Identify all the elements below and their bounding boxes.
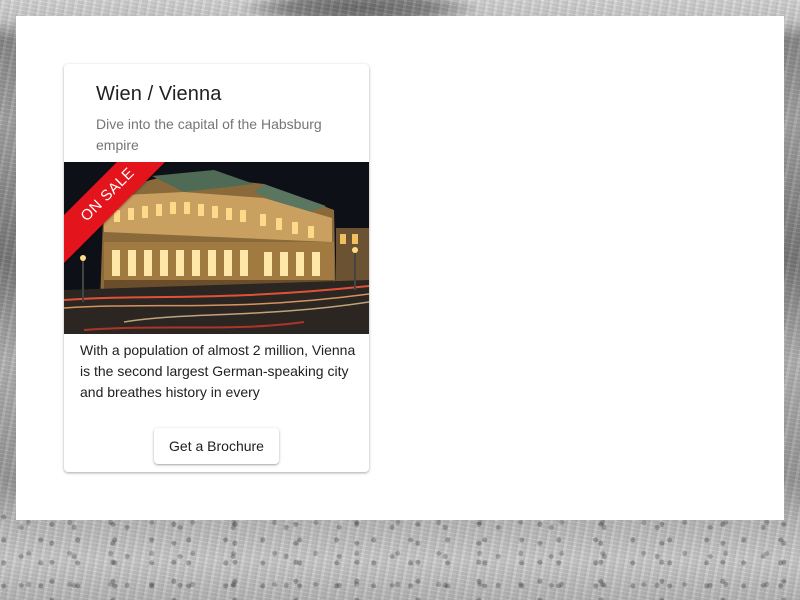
vienna-opera-image: ON SALE: [64, 162, 369, 334]
city-card: Wien / Vienna Dive into the capital of t…: [64, 64, 369, 472]
card-subtitle: Dive into the capital of the Habsburg em…: [96, 116, 322, 153]
content-panel: Wien / Vienna Dive into the capital of t…: [16, 16, 784, 520]
get-brochure-button[interactable]: Get a Brochure: [154, 428, 279, 464]
card-title: Wien / Vienna: [96, 83, 222, 105]
card-description: With a population of almost 2 million, V…: [80, 342, 356, 400]
